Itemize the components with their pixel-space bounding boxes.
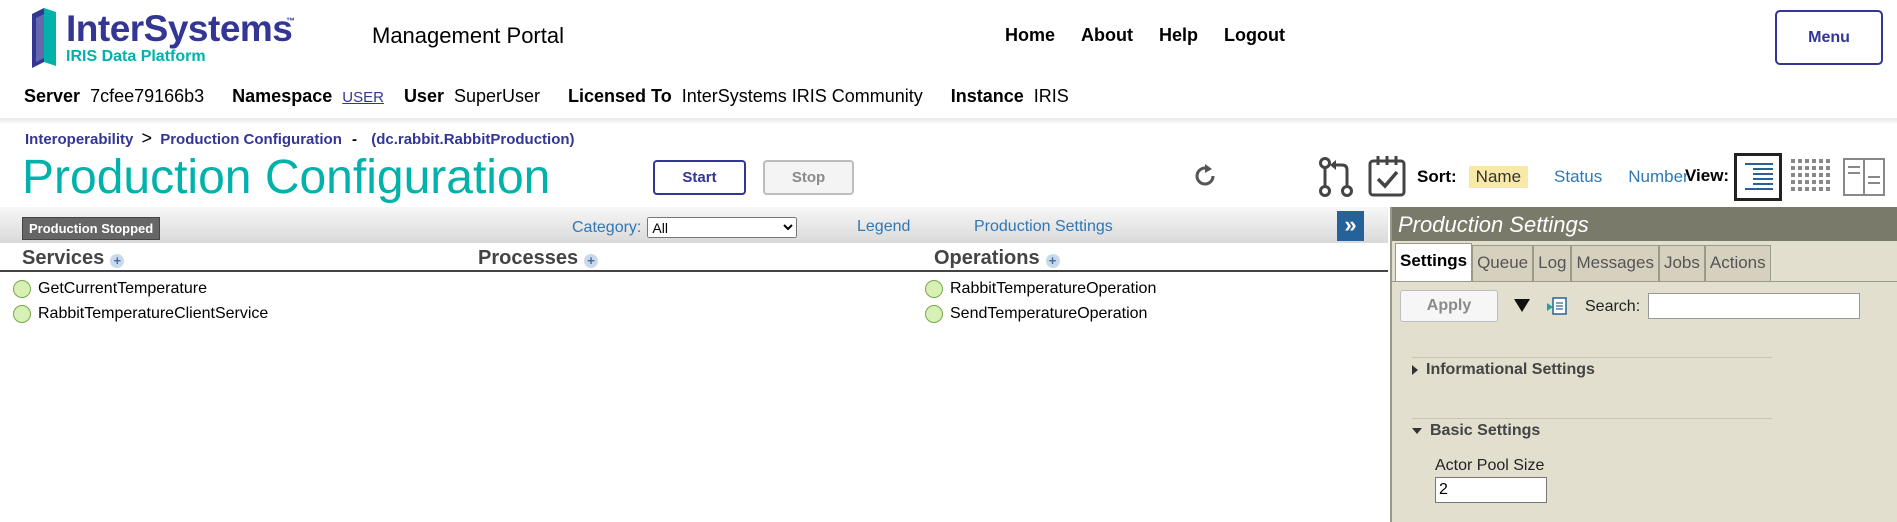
stop-button[interactable]: Stop <box>763 160 854 195</box>
refresh-icon[interactable] <box>1192 163 1218 189</box>
add-service-icon[interactable]: + <box>110 253 125 268</box>
status-dot-icon <box>925 305 943 323</box>
user-value: SuperUser <box>453 86 541 106</box>
service-item[interactable]: RabbitTemperatureClientService <box>13 305 268 323</box>
column-divider <box>0 270 1388 272</box>
nav-help-link[interactable]: Help <box>1159 25 1198 46</box>
user-label: User <box>403 86 444 106</box>
add-operation-icon[interactable]: + <box>1045 253 1060 268</box>
server-value: 7cfee79166b3 <box>90 86 205 106</box>
operations-column-header: Operations + <box>934 247 1060 270</box>
nav-about-link[interactable]: About <box>1081 25 1133 46</box>
processes-heading: Processes <box>478 247 579 269</box>
header-divider <box>0 118 1897 125</box>
service-name: GetCurrentTemperature <box>38 280 207 297</box>
category-select[interactable]: All <box>647 217 798 238</box>
informational-settings-section[interactable]: Informational Settings <box>1412 361 1595 379</box>
menu-button[interactable]: Menu <box>1775 10 1883 65</box>
services-heading: Services <box>22 247 105 269</box>
sort-option-status[interactable]: Status <box>1554 167 1602 187</box>
grid-view-icon[interactable] <box>1787 153 1835 201</box>
server-info-bar: Server 7cfee79166b3 Namespace USER User … <box>24 86 1097 107</box>
copy-document-icon[interactable] <box>1546 297 1568 317</box>
informational-settings-label: Informational Settings <box>1426 361 1595 378</box>
portal-title: Management Portal <box>372 23 564 48</box>
instance-value: IRIS <box>1033 86 1069 106</box>
sort-option-number[interactable]: Number <box>1628 167 1688 187</box>
actor-pool-size-input[interactable] <box>1435 477 1547 503</box>
sort-bar: Sort: Name Status Number <box>1417 166 1715 188</box>
basic-settings-section[interactable]: Basic Settings <box>1412 422 1540 440</box>
production-settings-panel: Production Settings Settings Queue Log M… <box>1390 207 1897 522</box>
category-filter: Category: All <box>572 217 798 238</box>
actor-pool-size-label: Actor Pool Size <box>1435 457 1545 474</box>
breadcrumb-production-name: (dc.rabbit.RabbitProduction) <box>371 131 575 148</box>
settings-tabs: Settings Queue Log Messages Jobs Actions <box>1395 243 1771 281</box>
logo-subtitle: IRIS Data Platform <box>66 48 206 65</box>
operation-item[interactable]: SendTemperatureOperation <box>925 305 1147 323</box>
breadcrumb: Interoperability > Production Configurat… <box>25 128 575 149</box>
production-status-badge: Production Stopped <box>22 217 161 240</box>
status-dot-icon <box>925 280 943 298</box>
operation-item[interactable]: RabbitTemperatureOperation <box>925 280 1156 298</box>
checklist-icon[interactable] <box>1367 155 1407 198</box>
operation-name: RabbitTemperatureOperation <box>950 280 1157 297</box>
tab-messages[interactable]: Messages <box>1571 245 1659 281</box>
tabs-divider <box>1392 281 1897 282</box>
nav-logout-link[interactable]: Logout <box>1224 25 1285 46</box>
licensed-value: InterSystems IRIS Community <box>681 86 923 106</box>
tab-queue[interactable]: Queue <box>1472 245 1534 281</box>
expanded-arrow-icon <box>1412 428 1422 434</box>
section-divider <box>1412 357 1772 358</box>
breadcrumb-production-configuration[interactable]: Production Configuration <box>160 131 342 148</box>
tab-jobs[interactable]: Jobs <box>1658 245 1705 281</box>
settings-panel-title: Production Settings <box>1392 207 1897 241</box>
sort-option-name[interactable]: Name <box>1468 166 1529 188</box>
category-label: Category: <box>572 218 642 236</box>
namespace-link[interactable]: USER <box>342 89 384 106</box>
list-view-icon[interactable] <box>1734 153 1782 201</box>
git-branch-icon[interactable] <box>1318 156 1354 198</box>
legend-link[interactable]: Legend <box>857 218 910 236</box>
production-settings-link[interactable]: Production Settings <box>974 218 1113 236</box>
operations-heading: Operations <box>934 247 1040 269</box>
top-nav: Home About Help Logout <box>1005 25 1311 46</box>
operation-name: SendTemperatureOperation <box>950 305 1148 322</box>
services-column-header: Services + <box>22 247 125 270</box>
split-view-icon[interactable] <box>1840 153 1888 201</box>
processes-column-header: Processes + <box>478 247 599 270</box>
licensed-label: Licensed To <box>568 86 672 106</box>
search-label: Search: <box>1585 298 1641 315</box>
service-item[interactable]: GetCurrentTemperature <box>13 280 207 298</box>
dropdown-caret-icon[interactable] <box>1514 299 1530 312</box>
collapsed-arrow-icon <box>1412 365 1418 375</box>
service-name: RabbitTemperatureClientService <box>38 305 269 322</box>
expand-panel-button[interactable]: » <box>1337 211 1364 241</box>
status-dot-icon <box>13 305 31 323</box>
start-button[interactable]: Start <box>653 160 746 195</box>
view-label: View: <box>1685 166 1730 185</box>
breadcrumb-dash: - <box>352 131 358 148</box>
logo-wordmark: InterSystems <box>66 8 293 49</box>
tab-actions[interactable]: Actions <box>1704 245 1771 281</box>
status-dot-icon <box>13 280 31 298</box>
tab-log[interactable]: Log <box>1533 245 1572 281</box>
basic-settings-label: Basic Settings <box>1430 422 1541 439</box>
section-divider <box>1412 418 1772 419</box>
instance-label: Instance <box>950 86 1024 106</box>
nav-home-link[interactable]: Home <box>1005 25 1055 46</box>
breadcrumb-interoperability[interactable]: Interoperability <box>25 131 133 148</box>
tab-settings[interactable]: Settings <box>1395 243 1473 281</box>
search-input[interactable] <box>1648 293 1860 319</box>
server-label: Server <box>24 86 81 106</box>
page-title: Production Configuration <box>22 151 551 204</box>
add-process-icon[interactable]: + <box>584 253 599 268</box>
apply-button[interactable]: Apply <box>1400 290 1498 322</box>
namespace-label: Namespace <box>232 86 333 106</box>
sort-label: Sort: <box>1417 167 1457 186</box>
breadcrumb-separator: > <box>141 128 153 148</box>
intersystems-logo[interactable]: InterSystems ™ IRIS Data Platform <box>30 4 310 68</box>
logo-mark-icon <box>32 8 56 68</box>
logo-trademark: ™ <box>286 16 295 26</box>
